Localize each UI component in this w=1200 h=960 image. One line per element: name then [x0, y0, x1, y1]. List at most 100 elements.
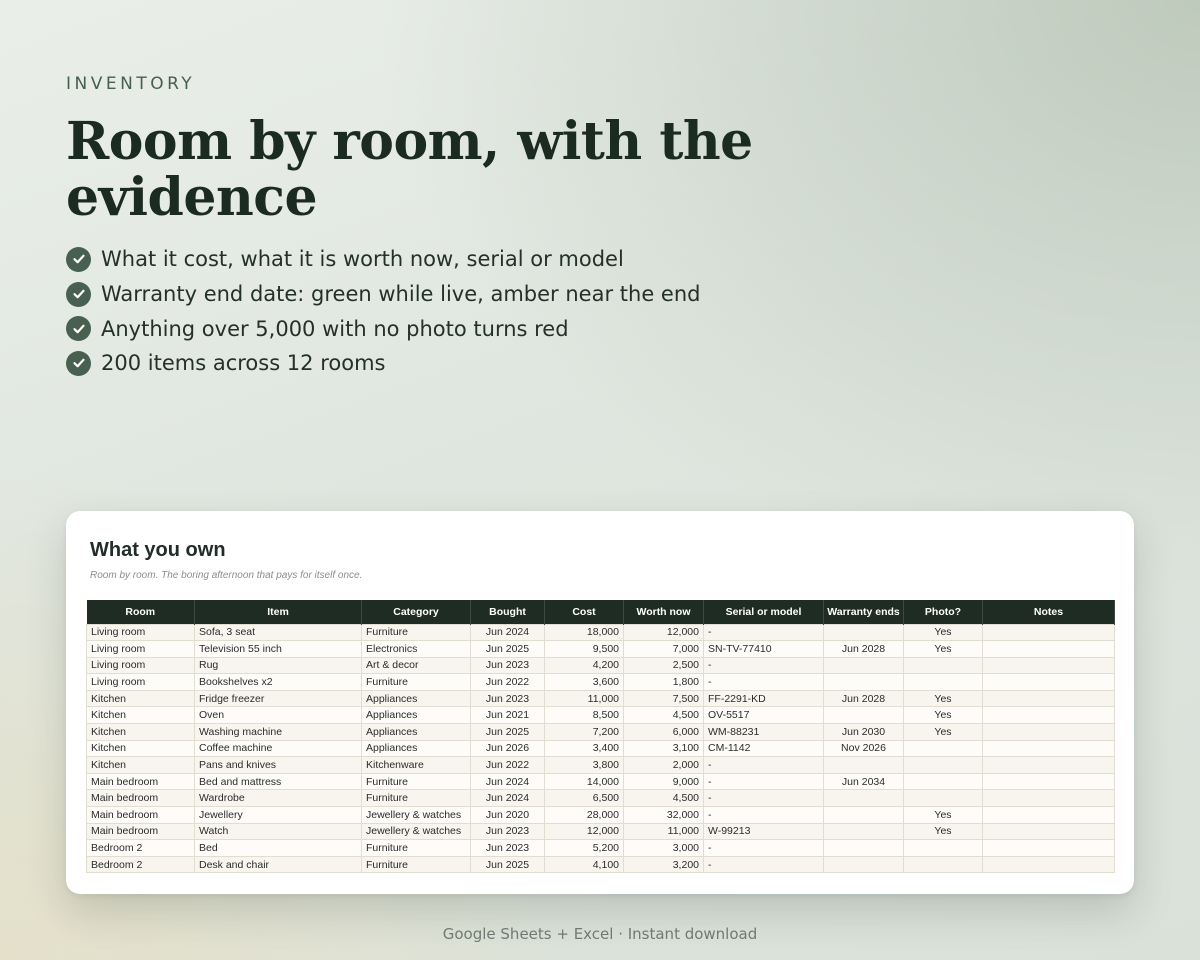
cell-cost[interactable]: 14,000 [544, 772, 624, 791]
cell-cost[interactable]: 18,000 [544, 623, 624, 642]
cell-serial[interactable]: - [703, 772, 824, 791]
cell-category[interactable]: Jewellery & watches [361, 806, 471, 824]
cell-category[interactable]: Appliances [361, 739, 471, 758]
cell-category[interactable]: Furniture [361, 673, 471, 691]
column-notes-header[interactable]: Notes [982, 600, 1115, 624]
cell-cost[interactable]: 6,500 [544, 789, 624, 808]
cell-room[interactable]: Main bedroom [86, 806, 195, 824]
cell-bought[interactable]: Jun 2025 [470, 723, 545, 741]
cell-photo[interactable]: Yes [903, 706, 983, 725]
cell-serial[interactable]: - [703, 623, 824, 642]
cell-notes[interactable] [982, 689, 1115, 708]
cell-worth-now[interactable]: 3,000 [623, 839, 704, 857]
cell-worth-now[interactable]: 7,000 [623, 640, 704, 658]
cell-photo[interactable]: Yes [903, 640, 983, 658]
cell-item[interactable]: Sofa, 3 seat [194, 623, 362, 642]
cell-worth-now[interactable]: 2,500 [623, 656, 704, 675]
cell-room[interactable]: Kitchen [86, 756, 195, 774]
cell-room[interactable]: Kitchen [86, 739, 195, 758]
table-row[interactable]: Living room Television 55 inch Electronics… [86, 640, 1115, 658]
cell-warranty[interactable]: Jun 2028 [823, 689, 904, 708]
column-bought-header[interactable]: Bought [470, 600, 545, 624]
cell-room[interactable]: Kitchen [86, 706, 195, 725]
cell-cost[interactable]: 7,200 [544, 723, 624, 741]
table-row[interactable]: Living room Bookshelves x2 Furniture Jun 20… [86, 673, 1115, 691]
table-row[interactable]: Kitchen Oven Appliances Jun 2021 8,500 4,500 O… [86, 706, 1115, 725]
cell-category[interactable]: Furniture [361, 789, 471, 808]
cell-worth-now[interactable]: 4,500 [623, 789, 704, 808]
cell-worth-now[interactable]: 3,100 [623, 739, 704, 758]
cell-item[interactable]: Washing machine [194, 723, 362, 741]
cell-cost[interactable]: 9,500 [544, 640, 624, 658]
column-cost-header[interactable]: Cost [544, 600, 624, 624]
cell-category[interactable]: Kitchenware [361, 756, 471, 774]
column-serial-header[interactable]: Serial or model [703, 600, 824, 624]
cell-warranty[interactable]: Nov 2026 [823, 739, 904, 758]
cell-cost[interactable]: 28,000 [544, 806, 624, 824]
cell-photo[interactable]: Yes [903, 723, 983, 741]
cell-serial[interactable]: - [703, 789, 824, 808]
cell-serial[interactable]: W-99213 [703, 822, 824, 841]
cell-photo[interactable]: Yes [903, 822, 983, 841]
cell-cost[interactable]: 8,500 [544, 706, 624, 725]
cell-category[interactable]: Jewellery & watches [361, 822, 471, 841]
cell-notes[interactable] [982, 789, 1115, 808]
cell-room[interactable]: Bedroom 2 [86, 839, 195, 857]
cell-worth-now[interactable]: 3,200 [623, 855, 704, 874]
cell-item[interactable]: Rug [194, 656, 362, 675]
cell-worth-now[interactable]: 32,000 [623, 806, 704, 824]
cell-photo[interactable]: Yes [903, 623, 983, 642]
cell-bought[interactable]: Jun 2023 [470, 689, 545, 708]
table-row[interactable]: Kitchen Coffee machine Appliances Jun 2026 3… [86, 739, 1115, 758]
column-worth-now-header[interactable]: Worth now [623, 600, 704, 624]
cell-photo[interactable] [903, 772, 983, 791]
cell-bought[interactable]: Jun 2024 [470, 772, 545, 791]
cell-notes[interactable] [982, 623, 1115, 642]
cell-worth-now[interactable]: 6,000 [623, 723, 704, 741]
cell-serial[interactable]: WM-88231 [703, 723, 824, 741]
cell-photo[interactable] [903, 656, 983, 675]
cell-notes[interactable] [982, 673, 1115, 691]
cell-category[interactable]: Appliances [361, 723, 471, 741]
cell-cost[interactable]: 3,400 [544, 739, 624, 758]
cell-cost[interactable]: 3,600 [544, 673, 624, 691]
cell-worth-now[interactable]: 2,000 [623, 756, 704, 774]
cell-item[interactable]: Fridge freezer [194, 689, 362, 708]
cell-warranty[interactable] [823, 706, 904, 725]
cell-item[interactable]: Bookshelves x2 [194, 673, 362, 691]
table-row[interactable]: Main bedroom Watch Jewellery & watches Jun … [86, 822, 1115, 841]
cell-photo[interactable] [903, 839, 983, 857]
cell-warranty[interactable] [823, 756, 904, 774]
cell-notes[interactable] [982, 706, 1115, 725]
cell-bought[interactable]: Jun 2025 [470, 640, 545, 658]
table-row[interactable]: Main bedroom Bed and mattress Furniture Jun… [86, 772, 1115, 791]
table-row[interactable]: Kitchen Fridge freezer Appliances Jun 2023 1… [86, 689, 1115, 708]
cell-room[interactable]: Main bedroom [86, 772, 195, 791]
cell-warranty[interactable]: Jun 2028 [823, 640, 904, 658]
table-row[interactable]: Bedroom 2 Desk and chair Furniture Jun 2025… [86, 855, 1115, 874]
cell-notes[interactable] [982, 723, 1115, 741]
cell-bought[interactable]: Jun 2021 [470, 706, 545, 725]
table-row[interactable]: Main bedroom Wardrobe Furniture Jun 2024 6,5… [86, 789, 1115, 808]
cell-item[interactable]: Wardrobe [194, 789, 362, 808]
cell-item[interactable]: Coffee machine [194, 739, 362, 758]
cell-photo[interactable]: Yes [903, 806, 983, 824]
cell-cost[interactable]: 12,000 [544, 822, 624, 841]
cell-photo[interactable] [903, 789, 983, 808]
cell-warranty[interactable]: Jun 2034 [823, 772, 904, 791]
cell-worth-now[interactable]: 9,000 [623, 772, 704, 791]
cell-room[interactable]: Main bedroom [86, 789, 195, 808]
cell-notes[interactable] [982, 855, 1115, 874]
cell-item[interactable]: Oven [194, 706, 362, 725]
cell-category[interactable]: Electronics [361, 640, 471, 658]
column-room-header[interactable]: Room [86, 600, 195, 624]
cell-room[interactable]: Living room [86, 656, 195, 675]
cell-warranty[interactable] [823, 855, 904, 874]
cell-category[interactable]: Furniture [361, 623, 471, 642]
table-row[interactable]: Kitchen Washing machine Appliances Jun 2025… [86, 723, 1115, 741]
table-row[interactable]: Living room Rug Art & decor Jun 2023 4,200 2,… [86, 656, 1115, 675]
table-row[interactable]: Main bedroom Jewellery Jewellery & watches… [86, 806, 1115, 824]
cell-serial[interactable]: OV-5517 [703, 706, 824, 725]
cell-warranty[interactable] [823, 822, 904, 841]
cell-room[interactable]: Kitchen [86, 689, 195, 708]
